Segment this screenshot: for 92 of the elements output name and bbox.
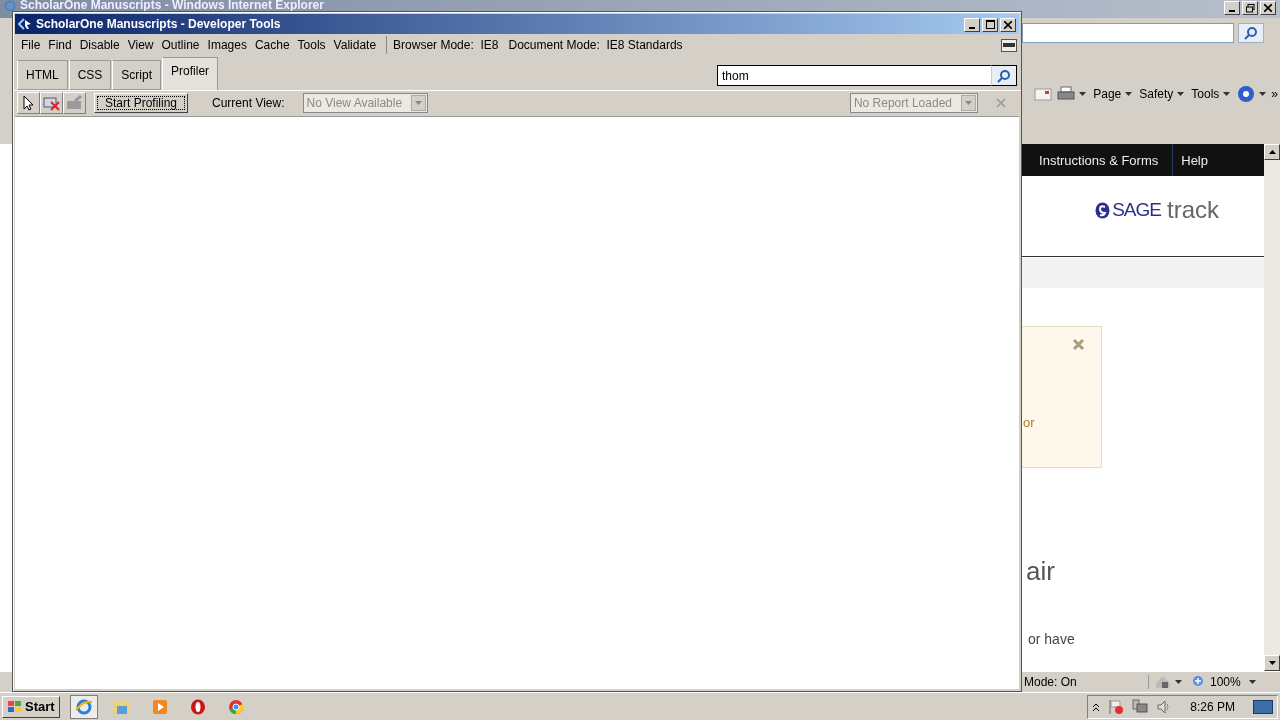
play-icon (151, 698, 168, 715)
browser-logo-icon (4, 0, 16, 11)
caret-icon (415, 101, 423, 105)
house-lock-icon (1155, 675, 1171, 689)
search-field[interactable]: thom (717, 65, 991, 86)
developer-tools-icon (18, 18, 32, 30)
protected-mode-status: Mode: On (1024, 675, 1149, 689)
close-icon (1264, 4, 1272, 12)
help-button[interactable] (1235, 85, 1269, 103)
close-button[interactable] (1000, 17, 1016, 32)
dock-icon (1003, 41, 1015, 49)
search-field[interactable] (1022, 23, 1234, 43)
browser-taskbar-button[interactable] (69, 694, 98, 719)
export-button[interactable] (63, 92, 86, 114)
menu-item[interactable]: Images (203, 38, 251, 52)
restore-button[interactable] (1242, 1, 1258, 15)
close-icon (1004, 20, 1012, 29)
caret-icon (1175, 680, 1182, 684)
command-menu[interactable]: Page (1091, 87, 1135, 101)
clear-icon (42, 95, 61, 111)
caret-icon (1223, 92, 1231, 96)
minimize-button[interactable] (1224, 1, 1240, 15)
network-icon[interactable] (1132, 698, 1149, 715)
menu-item[interactable]: File (17, 38, 45, 52)
security-button[interactable] (1153, 675, 1184, 689)
help-icon (1237, 85, 1256, 103)
browser-mode-label[interactable]: Browser Mode: IE8 (393, 38, 499, 52)
caret-icon (965, 101, 972, 105)
maximize-icon (985, 20, 995, 29)
tab[interactable]: HTML (17, 60, 68, 90)
restore-icon (1245, 3, 1255, 13)
caret-icon (1248, 680, 1256, 684)
search-icon (997, 68, 1011, 83)
start-button[interactable]: Start (2, 695, 60, 718)
tab[interactable]: Profiler (162, 57, 219, 90)
browser-icon (74, 697, 93, 716)
chevron-icon[interactable] (1092, 701, 1101, 712)
clock: 8:26 PM (1190, 699, 1235, 714)
command-menu[interactable]: Tools (1189, 87, 1233, 101)
printer-icon (1057, 86, 1076, 102)
select-element-button[interactable] (17, 92, 40, 114)
page-heading: air (1025, 556, 1056, 587)
tab[interactable]: Script (112, 60, 162, 90)
scrollbar[interactable] (1264, 144, 1280, 671)
flag-icon[interactable] (1108, 698, 1125, 715)
mail-icon[interactable] (1034, 87, 1053, 101)
menu-item[interactable]: Find (44, 38, 76, 52)
clear-button[interactable] (40, 92, 63, 114)
down-arrow-icon (1268, 661, 1276, 665)
zoom-button[interactable]: 100% (1188, 675, 1245, 689)
body-text: or have (1027, 631, 1076, 647)
menu-item[interactable]: Cache (250, 38, 294, 52)
command-menu[interactable]: Safety (1137, 87, 1187, 101)
zoom-icon (1192, 675, 1206, 689)
caret-icon (1177, 92, 1185, 96)
menu-item[interactable]: Outline (157, 38, 204, 52)
caret-icon (1259, 92, 1267, 96)
maximize-button[interactable] (982, 17, 998, 32)
nav-link[interactable]: Help (1173, 144, 1264, 176)
nav-link[interactable]: Instructions & Forms (1031, 144, 1174, 176)
overflow-chevron[interactable]: » (1271, 87, 1278, 101)
up-arrow-icon (1268, 150, 1276, 154)
export-icon (65, 95, 84, 111)
logo-text: track (1167, 196, 1219, 224)
tab[interactable]: CSS (68, 60, 112, 90)
start-profiling-button[interactable]: Start Profiling (94, 93, 189, 113)
menu-item[interactable]: View (123, 38, 158, 52)
window-title: ScholarOne Manuscripts - Windows Internet Explorer (20, 0, 324, 11)
caret-icon (1125, 92, 1133, 96)
windows-logo-icon (7, 699, 23, 714)
minimize-icon (1229, 10, 1235, 12)
logo-mark-icon (1095, 201, 1111, 219)
search-icon (1244, 26, 1258, 40)
notice-text: or (1023, 415, 1035, 430)
menu-item[interactable]: Disable (75, 38, 124, 52)
ring-icon (189, 698, 206, 715)
print-button[interactable] (1055, 86, 1089, 102)
dock-button[interactable] (1001, 38, 1017, 52)
document-mode-label[interactable]: Document Mode: IE8 Standards (508, 38, 683, 52)
logo-text: SAGE (1112, 199, 1161, 221)
search-button[interactable] (991, 65, 1017, 86)
close-button[interactable] (1260, 1, 1276, 15)
pointer-icon (22, 95, 35, 111)
window-title: ScholarOne Manuscripts - Developer Tools (36, 17, 281, 31)
menu-item[interactable]: Validate (329, 38, 381, 52)
caret-icon (1079, 92, 1087, 96)
minimize-icon (969, 26, 975, 29)
show-desktop-icon[interactable] (1253, 699, 1273, 714)
current-view-label: Current View: (212, 96, 285, 110)
menu-item[interactable]: Tools (293, 38, 330, 52)
minimize-button[interactable] (964, 17, 980, 32)
chrome-icon (227, 698, 244, 715)
